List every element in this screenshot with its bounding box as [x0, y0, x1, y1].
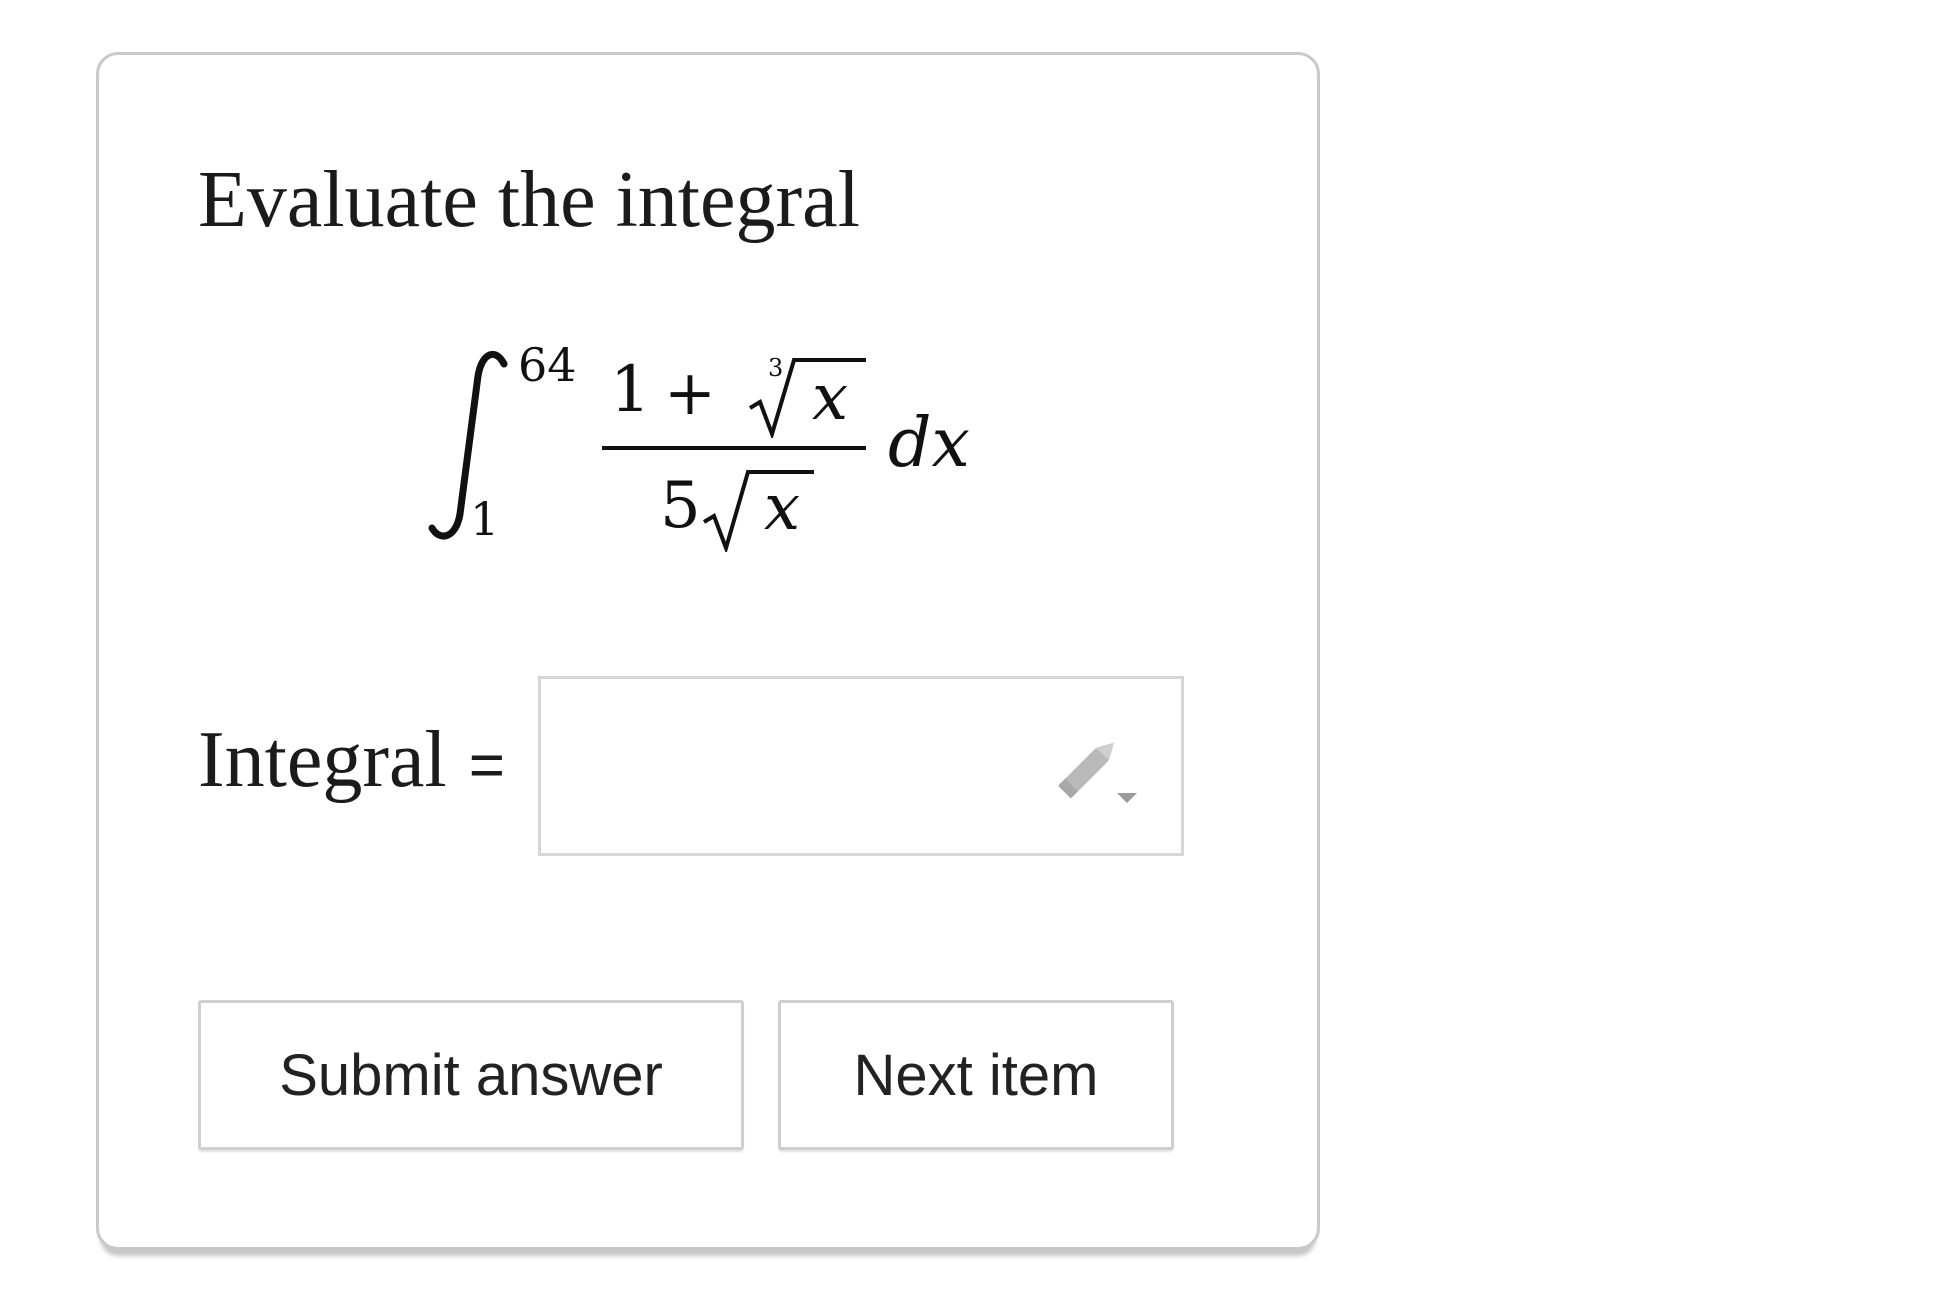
denominator-coefficient: 5	[660, 469, 701, 543]
fraction-bar	[602, 446, 866, 450]
denominator-variable: x	[764, 471, 801, 545]
submit-answer-button[interactable]: Submit answer	[198, 1000, 744, 1150]
answer-label: Integral =	[198, 720, 505, 800]
next-item-button[interactable]: Next item	[778, 1000, 1174, 1150]
upper-limit: 64	[518, 338, 577, 392]
numerator-constant: 1	[610, 353, 651, 427]
pencil-icon[interactable]	[1051, 737, 1141, 809]
question-prompt: Evaluate the integral	[198, 156, 860, 244]
differential: dx	[888, 404, 970, 483]
answer-equals: =	[468, 731, 505, 800]
cube-root-radical	[748, 358, 866, 438]
numerator-variable: x	[812, 361, 849, 435]
answer-label-text: Integral	[198, 716, 447, 804]
lower-limit: 1	[470, 492, 500, 546]
answer-input[interactable]	[538, 676, 1184, 856]
numerator-operator: +	[664, 356, 716, 429]
